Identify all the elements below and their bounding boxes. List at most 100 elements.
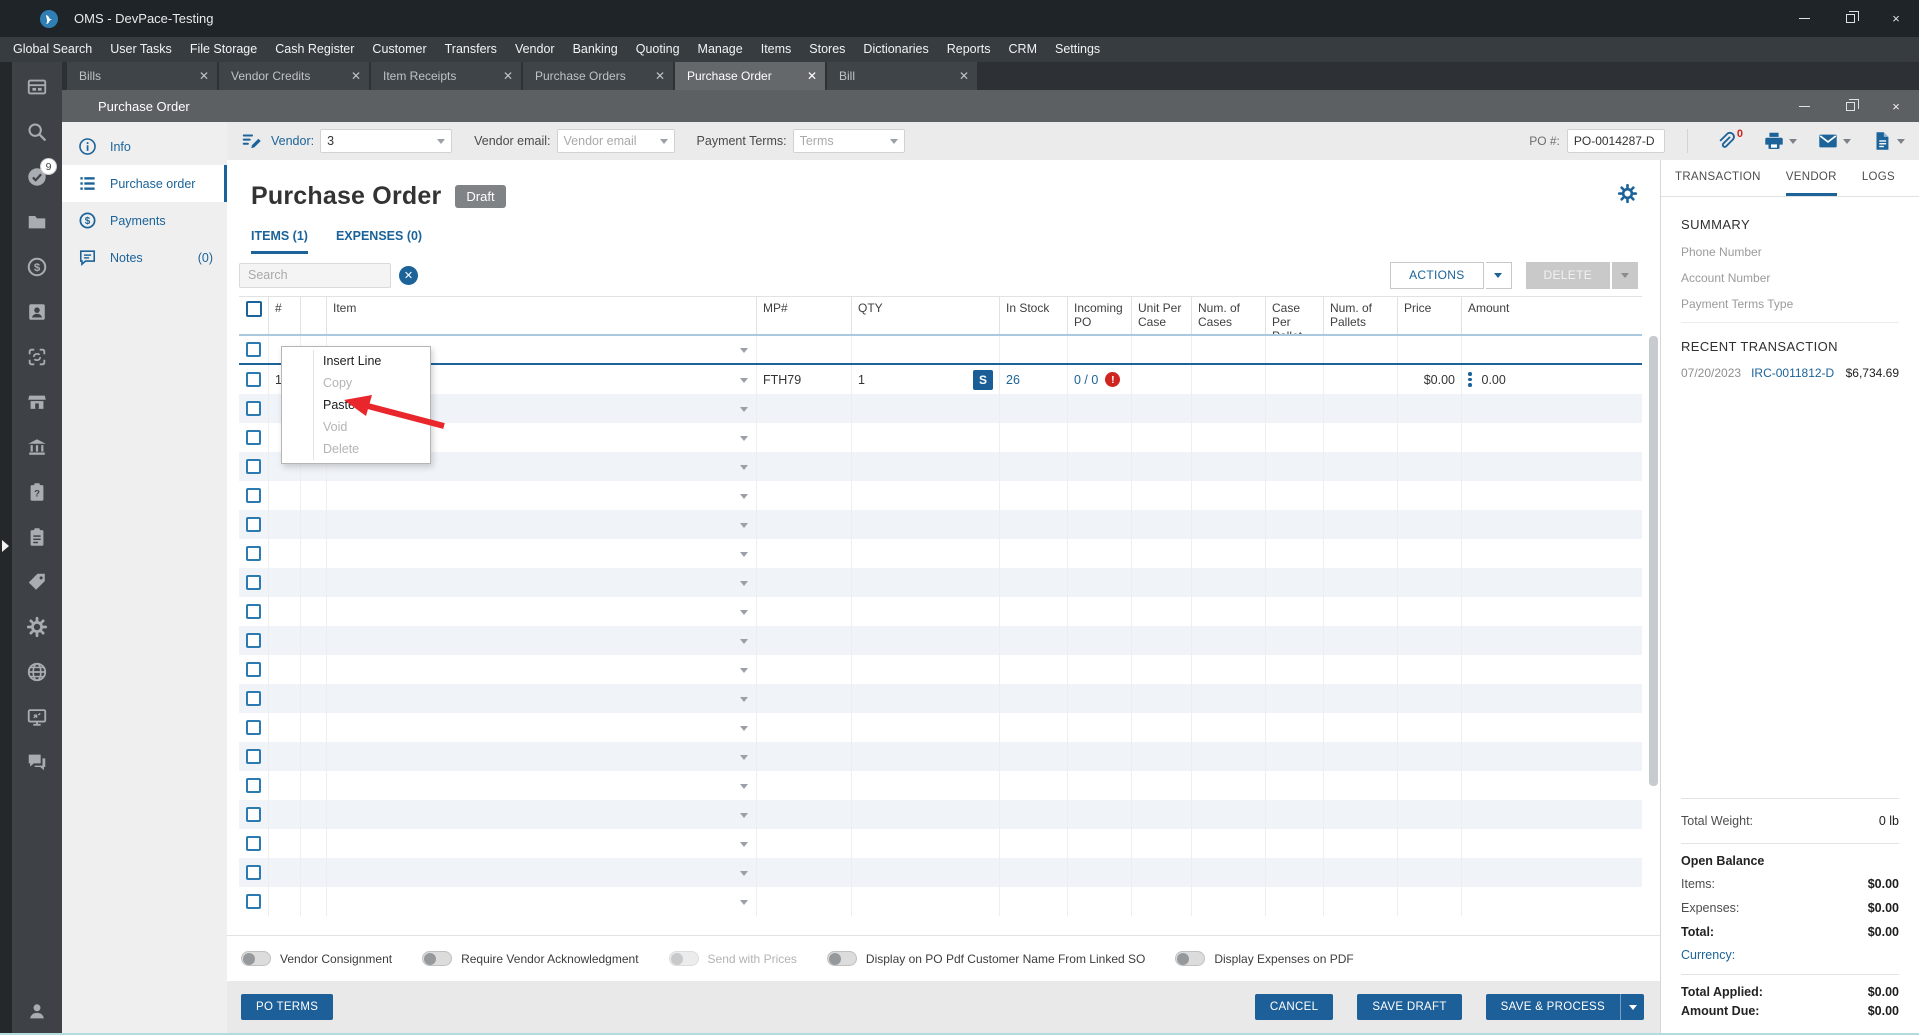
case-per-pallet-cell[interactable] bbox=[1266, 742, 1324, 771]
window-restore-button[interactable] bbox=[1827, 90, 1873, 122]
menu-item[interactable]: Items bbox=[752, 37, 801, 62]
num-of-pallets-cell[interactable] bbox=[1324, 887, 1398, 916]
delete-button-label[interactable]: DELETE bbox=[1525, 261, 1610, 289]
price-cell[interactable] bbox=[1398, 423, 1462, 452]
row-checkbox[interactable] bbox=[246, 633, 261, 648]
num-of-cases-cell[interactable] bbox=[1192, 626, 1266, 655]
close-icon[interactable]: ✕ bbox=[655, 69, 665, 83]
case-per-pallet-cell[interactable] bbox=[1266, 626, 1324, 655]
mp-cell[interactable] bbox=[757, 742, 852, 771]
chevron-down-icon[interactable] bbox=[740, 435, 748, 441]
chevron-down-icon[interactable] bbox=[740, 522, 748, 528]
price-cell[interactable] bbox=[1398, 394, 1462, 423]
qty-cell[interactable] bbox=[852, 336, 1000, 363]
qty-cell[interactable] bbox=[852, 858, 1000, 887]
amount-cell[interactable]: 0.00 bbox=[1462, 365, 1642, 394]
select-all-checkbox[interactable] bbox=[245, 301, 262, 317]
rail-expander-icon[interactable] bbox=[2, 540, 9, 552]
incoming-po-cell[interactable] bbox=[1068, 626, 1132, 655]
unit-per-case-cell[interactable] bbox=[1132, 568, 1192, 597]
num-of-pallets-cell[interactable] bbox=[1324, 539, 1398, 568]
chevron-down-icon[interactable] bbox=[740, 638, 748, 644]
row-checkbox[interactable] bbox=[246, 342, 261, 357]
qty-cell[interactable] bbox=[852, 539, 1000, 568]
qty-cell[interactable] bbox=[852, 742, 1000, 771]
in-stock-cell[interactable] bbox=[1000, 336, 1068, 363]
num-of-pallets-cell[interactable] bbox=[1324, 568, 1398, 597]
incoming-po-cell[interactable]: 0 / 0! bbox=[1068, 365, 1132, 394]
mp-cell[interactable] bbox=[757, 713, 852, 742]
row-checkbox[interactable] bbox=[246, 401, 261, 416]
qty-cell[interactable] bbox=[852, 481, 1000, 510]
price-cell[interactable] bbox=[1398, 713, 1462, 742]
column-header[interactable]: Price bbox=[1398, 297, 1462, 334]
num-of-cases-cell[interactable] bbox=[1192, 742, 1266, 771]
document-tab[interactable]: Purchase Order ✕ bbox=[675, 62, 825, 90]
contacts-icon[interactable] bbox=[25, 300, 49, 324]
amount-cell[interactable] bbox=[1462, 481, 1642, 510]
item-cell[interactable] bbox=[327, 626, 757, 655]
row-checkbox[interactable] bbox=[246, 720, 261, 735]
table-row[interactable] bbox=[239, 887, 1642, 916]
case-per-pallet-cell[interactable] bbox=[1266, 655, 1324, 684]
clear-search-icon[interactable]: ✕ bbox=[399, 265, 418, 285]
save-process-split-button[interactable]: SAVE & PROCESS bbox=[1485, 994, 1644, 1020]
table-row[interactable] bbox=[239, 510, 1642, 539]
column-header[interactable]: In Stock bbox=[1000, 297, 1068, 334]
price-cell[interactable] bbox=[1398, 887, 1462, 916]
price-cell[interactable] bbox=[1398, 568, 1462, 597]
price-cell[interactable]: $0.00 bbox=[1398, 365, 1462, 394]
in-stock-cell[interactable] bbox=[1000, 481, 1068, 510]
mp-cell[interactable] bbox=[757, 423, 852, 452]
incoming-po-cell[interactable] bbox=[1068, 394, 1132, 423]
num-of-pallets-cell[interactable] bbox=[1324, 510, 1398, 539]
row-checkbox[interactable] bbox=[246, 894, 261, 909]
num-of-cases-cell[interactable] bbox=[1192, 365, 1266, 394]
incoming-po-cell[interactable] bbox=[1068, 742, 1132, 771]
num-of-cases-cell[interactable] bbox=[1192, 394, 1266, 423]
table-row[interactable] bbox=[239, 771, 1642, 800]
mp-cell[interactable] bbox=[757, 336, 852, 363]
search-input[interactable] bbox=[239, 262, 391, 288]
amount-cell[interactable] bbox=[1462, 829, 1642, 858]
unit-per-case-cell[interactable] bbox=[1132, 742, 1192, 771]
minimize-button[interactable] bbox=[1781, 0, 1827, 37]
toggle-switch-icon[interactable] bbox=[241, 951, 271, 966]
chevron-down-icon[interactable] bbox=[740, 609, 748, 615]
payment-terms-select[interactable]: Terms bbox=[792, 129, 905, 153]
row-checkbox[interactable] bbox=[246, 778, 261, 793]
chevron-down-icon[interactable] bbox=[740, 725, 748, 731]
qty-cell[interactable] bbox=[852, 568, 1000, 597]
case-per-pallet-cell[interactable] bbox=[1266, 568, 1324, 597]
price-cell[interactable] bbox=[1398, 452, 1462, 481]
column-header[interactable]: QTY bbox=[852, 297, 1000, 334]
item-cell[interactable] bbox=[327, 742, 757, 771]
unit-per-case-cell[interactable] bbox=[1132, 539, 1192, 568]
menu-item[interactable]: Stores bbox=[800, 37, 854, 62]
chevron-down-icon[interactable] bbox=[740, 870, 748, 876]
amount-cell[interactable] bbox=[1462, 684, 1642, 713]
chevron-down-icon[interactable] bbox=[740, 899, 748, 905]
num-of-pallets-cell[interactable] bbox=[1324, 597, 1398, 626]
vendor-email-select[interactable]: Vendor email bbox=[556, 129, 675, 153]
amount-cell[interactable] bbox=[1462, 539, 1642, 568]
bank-icon[interactable] bbox=[25, 435, 49, 459]
qty-cell[interactable] bbox=[852, 597, 1000, 626]
mp-cell[interactable] bbox=[757, 452, 852, 481]
item-cell[interactable] bbox=[327, 800, 757, 829]
num-of-cases-cell[interactable] bbox=[1192, 568, 1266, 597]
nav-item-purchase-order[interactable]: Purchase order bbox=[62, 165, 227, 202]
mp-cell[interactable] bbox=[757, 481, 852, 510]
unit-per-case-cell[interactable] bbox=[1132, 887, 1192, 916]
unit-per-case-cell[interactable] bbox=[1132, 800, 1192, 829]
table-row[interactable] bbox=[239, 684, 1642, 713]
tab-items[interactable]: ITEMS (1) bbox=[251, 229, 308, 254]
num-of-cases-cell[interactable] bbox=[1192, 829, 1266, 858]
settings-gear-icon[interactable] bbox=[1617, 183, 1638, 209]
table-row[interactable] bbox=[239, 858, 1642, 887]
document-tab[interactable]: Vendor Credits ✕ bbox=[219, 62, 369, 90]
mp-cell[interactable]: FTH79 bbox=[757, 365, 852, 394]
qty-cell[interactable] bbox=[852, 684, 1000, 713]
in-stock-cell[interactable] bbox=[1000, 510, 1068, 539]
num-of-cases-cell[interactable] bbox=[1192, 771, 1266, 800]
